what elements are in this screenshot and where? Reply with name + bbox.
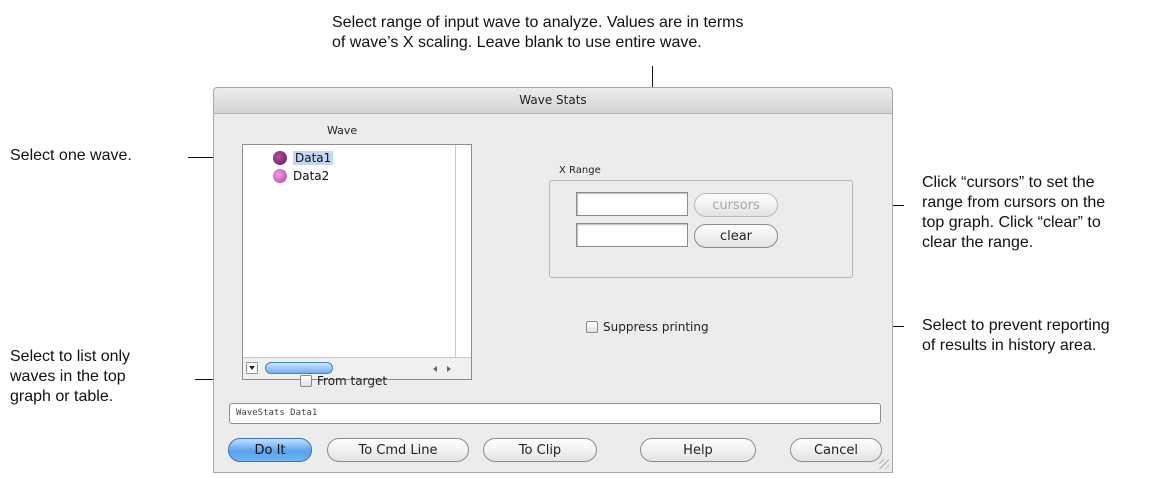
wave-list[interactable]: Data1 Data2 <box>242 144 472 380</box>
wave-name: Data1 <box>293 151 334 165</box>
dialog-title: Wave Stats <box>214 88 892 114</box>
to-cmd-line-button[interactable]: To Cmd Line <box>327 438 469 462</box>
wave-list-label: Wave <box>327 124 358 137</box>
annotation-list-only: Select to list only waves in the top gra… <box>10 347 130 407</box>
from-target-checkbox[interactable] <box>300 375 312 387</box>
annotation-list-only-line-1: Select to list only <box>10 348 131 365</box>
list-item-wave-1[interactable]: Data1 <box>273 149 334 167</box>
annotation-cursors-line-2: range from cursors on the <box>922 194 1106 211</box>
resize-grip-icon[interactable] <box>879 459 889 469</box>
suppress-printing-label[interactable]: Suppress printing <box>603 320 709 334</box>
annotation-cursors: Click “cursors” to set the range from cu… <box>922 173 1105 253</box>
do-it-button[interactable]: Do It <box>228 438 312 462</box>
annotation-top: Select range of input wave to analyze. V… <box>332 13 743 53</box>
annotation-suppress: Select to prevent reporting of results i… <box>922 316 1110 356</box>
cursors-button[interactable]: cursors <box>694 193 778 217</box>
cancel-button[interactable]: Cancel <box>790 438 882 462</box>
annotation-cursors-line-1: Click “cursors” to set the <box>922 174 1095 191</box>
wave-icon <box>273 169 287 183</box>
scroll-left-arrow-icon[interactable] <box>429 362 441 374</box>
wave-name: Data2 <box>293 169 330 183</box>
dropdown-triangle-icon[interactable] <box>246 362 258 374</box>
x-range-group: cursors clear <box>549 180 853 278</box>
command-line-field[interactable]: WaveStats Data1 <box>229 403 881 424</box>
help-button[interactable]: Help <box>640 438 756 462</box>
scroll-right-arrow-icon[interactable] <box>443 362 455 374</box>
annotation-suppress-line-2: of results in history area. <box>922 337 1097 354</box>
annotation-list-only-line-3: graph or table. <box>10 388 114 405</box>
annotation-top-line-1: Select range of input wave to analyze. V… <box>332 14 744 31</box>
wave-stats-dialog: Wave Stats Wave Data1 Data2 X Range curs… <box>213 87 893 473</box>
annotation-top-line-2: of wave’s X scaling. Leave blank to use … <box>332 34 702 51</box>
annotation-list-only-line-2: waves in the top <box>10 368 126 385</box>
scroll-thumb[interactable] <box>265 362 333 374</box>
x-range-end-field[interactable] <box>576 223 688 247</box>
to-clip-button[interactable]: To Clip <box>483 438 597 462</box>
annotation-cursors-line-4: clear the range. <box>922 234 1034 251</box>
x-range-label: X Range <box>559 165 601 176</box>
clear-button[interactable]: clear <box>694 224 778 248</box>
suppress-printing-checkbox[interactable] <box>586 321 598 333</box>
x-range-start-field[interactable] <box>576 192 688 216</box>
annotation-cursors-line-3: top graph. Click “clear” to <box>922 214 1101 231</box>
wave-list-vertical-scrollbar[interactable] <box>455 145 471 357</box>
annotation-suppress-line-1: Select to prevent reporting <box>922 317 1110 334</box>
annotation-select-wave: Select one wave. <box>10 147 132 164</box>
from-target-label[interactable]: From target <box>317 374 387 388</box>
list-item-wave-2[interactable]: Data2 <box>273 167 329 185</box>
wave-icon <box>273 151 287 165</box>
